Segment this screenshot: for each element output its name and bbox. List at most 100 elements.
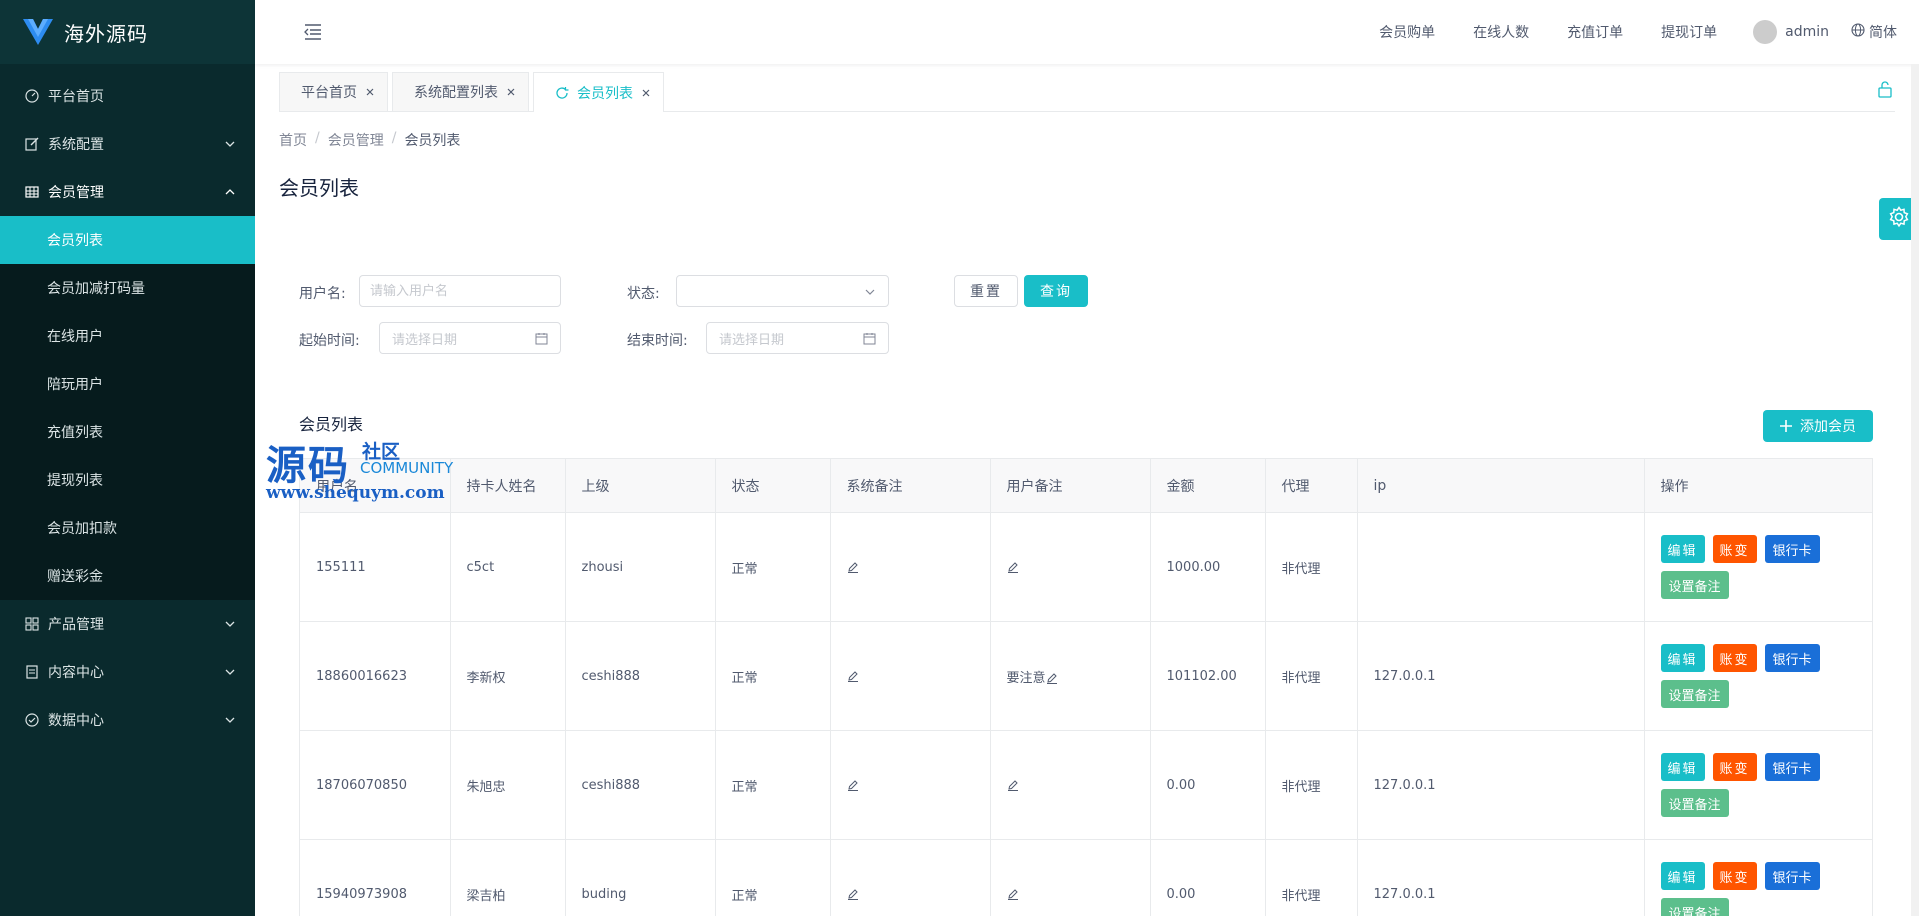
edit-button[interactable]: 编辑 — [1660, 753, 1705, 781]
edit-pencil-icon[interactable] — [847, 779, 859, 791]
chevron-down-icon — [225, 139, 235, 149]
cell-username: 155111 — [300, 512, 451, 622]
sidebar-item-data-center[interactable]: 数据中心 — [0, 696, 255, 744]
edit-pencil-icon[interactable] — [847, 670, 859, 682]
set-note-button[interactable]: 设置备注 — [1660, 789, 1729, 817]
column-header: 用户备注 — [990, 458, 1151, 513]
sidebar-subitem-betting-volume[interactable]: 会员加减打码量 — [0, 264, 255, 312]
language-switch[interactable]: 简体 — [1851, 22, 1897, 42]
top-header: 会员购单 在线人数 充值订单 提现订单 admin 简体 — [255, 0, 1919, 64]
reset-button[interactable]: 重置 — [954, 275, 1018, 307]
refresh-icon[interactable] — [555, 86, 569, 100]
tab-member-list[interactable]: 会员列表 — [533, 72, 664, 112]
bank-card-button[interactable]: 银行卡 — [1764, 753, 1820, 781]
sidebar-subitem-balance-adjust[interactable]: 会员加扣款 — [0, 504, 255, 552]
sidebar-item-product-management[interactable]: 产品管理 — [0, 600, 255, 648]
cell-parent: ceshi888 — [565, 730, 716, 840]
start-date-picker[interactable]: 请选择日期 — [379, 322, 561, 354]
tab-platform-home[interactable]: 平台首页 — [279, 72, 388, 111]
sidebar-subitem-recharge-list[interactable]: 充值列表 — [0, 408, 255, 456]
table-row: 155111 c5ct zhousi 正常 1000.00 非代理 编辑 账变 银行卡 设置备注 — [300, 512, 1872, 622]
cell-ip: 127.0.0.1 — [1357, 839, 1645, 916]
account-change-button[interactable]: 账变 — [1712, 862, 1757, 890]
logo[interactable]: 海外源码 — [0, 0, 255, 64]
bank-card-button[interactable]: 银行卡 — [1764, 644, 1820, 672]
account-change-button[interactable]: 账变 — [1712, 535, 1757, 563]
set-note-button[interactable]: 设置备注 — [1660, 571, 1729, 599]
menu-collapse-icon[interactable] — [303, 22, 323, 42]
user-menu[interactable]: admin — [1753, 20, 1829, 44]
bank-card-button[interactable]: 银行卡 — [1764, 535, 1820, 563]
calendar-icon — [863, 332, 876, 345]
cell-agent: 非代理 — [1265, 730, 1358, 840]
sidebar-item-member-management[interactable]: 会员管理 — [0, 168, 255, 216]
avatar — [1753, 20, 1778, 44]
cell-amount: 0.00 — [1150, 839, 1266, 916]
edit-pencil-icon[interactable] — [847, 888, 859, 900]
edit-pencil-icon[interactable] — [1007, 561, 1019, 573]
unlock-icon[interactable] — [1877, 80, 1895, 98]
breadcrumb-member-management[interactable]: 会员管理 — [328, 130, 384, 150]
document-icon — [24, 664, 40, 680]
sidebar-subitem-online-users[interactable]: 在线用户 — [0, 312, 255, 360]
header-link-recharge-orders[interactable]: 充值订单 — [1567, 22, 1623, 42]
edit-button[interactable]: 编辑 — [1660, 535, 1705, 563]
set-note-button[interactable]: 设置备注 — [1660, 898, 1729, 916]
start-date-placeholder: 请选择日期 — [392, 332, 458, 348]
bank-card-button[interactable]: 银行卡 — [1764, 862, 1820, 890]
edit-icon — [24, 136, 40, 152]
sidebar-item-content-center[interactable]: 内容中心 — [0, 648, 255, 696]
sidebar-subitem-companion-users[interactable]: 陪玩用户 — [0, 360, 255, 408]
cell-agent: 非代理 — [1265, 621, 1358, 731]
end-date-picker[interactable]: 请选择日期 — [706, 322, 889, 354]
close-icon[interactable] — [641, 88, 651, 98]
query-button[interactable]: 查询 — [1024, 275, 1088, 307]
set-note-button[interactable]: 设置备注 — [1660, 680, 1729, 708]
header-link-online-count[interactable]: 在线人数 — [1473, 22, 1529, 42]
breadcrumb-home[interactable]: 首页 — [279, 130, 307, 150]
header-link-withdraw-orders[interactable]: 提现订单 — [1661, 22, 1717, 42]
cell-holder: 朱旭忠 — [450, 730, 566, 840]
dashboard-icon — [24, 88, 40, 104]
tabs-bar: 平台首页 系统配置列表 会员列表 — [279, 72, 1895, 112]
sidebar: 海外源码 平台首页 系统配置 会员管理 会员列表 会员加减打码量 在线用户 陪玩… — [0, 0, 255, 916]
cell-actions: 编辑 账变 银行卡设置备注 — [1644, 839, 1872, 916]
sidebar-subitem-bonus[interactable]: 赠送彩金 — [0, 552, 255, 600]
cell-status: 正常 — [715, 839, 831, 916]
column-header: 持卡人姓名 — [450, 458, 566, 513]
edit-button[interactable]: 编辑 — [1660, 644, 1705, 672]
gear-icon — [1888, 206, 1910, 232]
table-row: 18706070850 朱旭忠 ceshi888 正常 0.00 非代理 127.0.0.1… — [300, 730, 1872, 840]
username-input[interactable] — [359, 275, 561, 307]
sidebar-subitem-withdraw-list[interactable]: 提现列表 — [0, 456, 255, 504]
account-change-button[interactable]: 账变 — [1712, 644, 1757, 672]
add-member-button[interactable]: 添加会员 — [1763, 410, 1873, 442]
sidebar-subitem-member-list[interactable]: 会员列表 — [0, 216, 255, 264]
edit-pencil-icon[interactable] — [1007, 779, 1019, 791]
edit-pencil-icon[interactable] — [1046, 672, 1058, 684]
column-header: 上级 — [565, 458, 716, 513]
close-icon[interactable] — [365, 87, 375, 97]
edit-pencil-icon[interactable] — [847, 561, 859, 573]
sidebar-item-system-config[interactable]: 系统配置 — [0, 120, 255, 168]
chevron-down-icon — [225, 715, 235, 725]
cell-status: 正常 — [715, 730, 831, 840]
tab-system-config-list[interactable]: 系统配置列表 — [392, 72, 529, 111]
status-select[interactable] — [676, 275, 889, 307]
edit-button[interactable]: 编辑 — [1660, 862, 1705, 890]
apps-icon — [24, 616, 40, 632]
page-scrollbar[interactable] — [1911, 64, 1919, 916]
account-change-button[interactable]: 账变 — [1712, 753, 1757, 781]
chevron-up-icon — [225, 187, 235, 197]
logo-icon — [22, 18, 54, 46]
header-link-member-orders[interactable]: 会员购单 — [1379, 22, 1435, 42]
cell-user-note — [990, 730, 1151, 840]
column-header: 系统备注 — [830, 458, 991, 513]
close-icon[interactable] — [506, 87, 516, 97]
end-time-label: 结束时间: — [627, 333, 688, 349]
table-icon — [24, 184, 40, 200]
breadcrumb-separator: / — [391, 130, 397, 146]
sidebar-item-platform-home[interactable]: 平台首页 — [0, 72, 255, 120]
edit-pencil-icon[interactable] — [1007, 888, 1019, 900]
sidebar-item-label: 系统配置 — [48, 137, 104, 153]
